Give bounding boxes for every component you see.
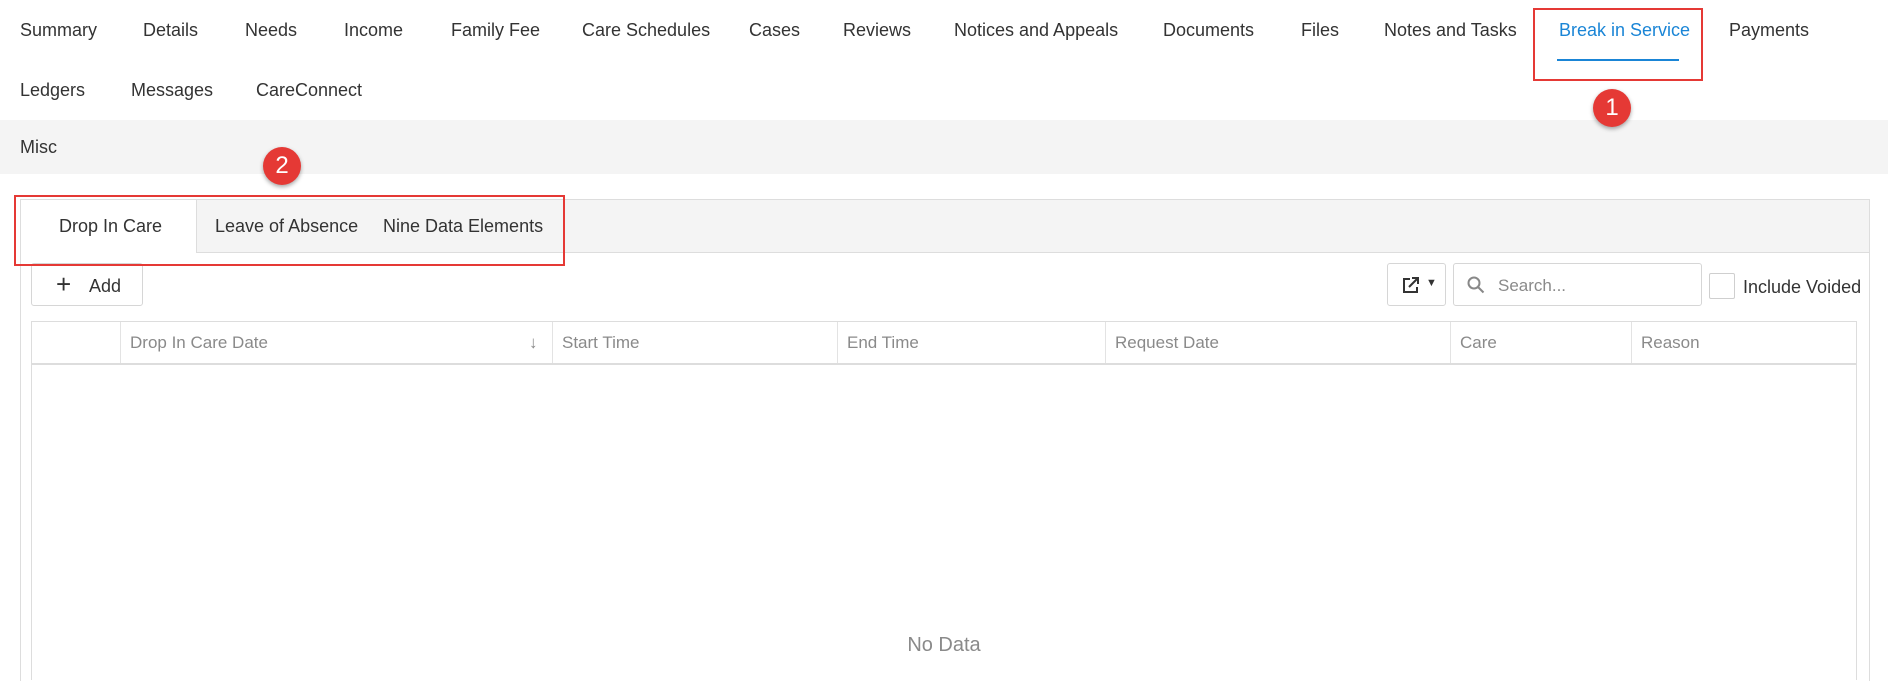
- column-header-start-time[interactable]: Start Time: [552, 322, 837, 363]
- tab-summary[interactable]: Summary: [20, 20, 97, 41]
- tab-files[interactable]: Files: [1301, 20, 1339, 41]
- search-box: [1453, 263, 1702, 306]
- column-header-reason[interactable]: Reason: [1631, 322, 1856, 363]
- callout-box-subtabs: [14, 195, 565, 266]
- chevron-down-icon: ▼: [1426, 277, 1437, 289]
- column-header-label: End Time: [847, 333, 919, 352]
- column-header-label: Care: [1460, 333, 1497, 352]
- tab-documents[interactable]: Documents: [1163, 20, 1254, 41]
- column-header-label: Drop In Care Date: [130, 333, 268, 352]
- column-header-label: Start Time: [562, 333, 640, 352]
- callout-badge-1: 1: [1593, 89, 1631, 127]
- tab-cases[interactable]: Cases: [749, 20, 800, 41]
- grid-header: Drop In Care Date ↓ Start Time End Time …: [32, 322, 1856, 365]
- search-input[interactable]: [1496, 270, 1696, 301]
- search-icon: [1467, 276, 1485, 294]
- empty-state-text: No Data: [907, 634, 981, 656]
- column-header-end-time[interactable]: End Time: [837, 322, 1105, 363]
- tab-ledgers[interactable]: Ledgers: [20, 80, 85, 101]
- tab-notes-and-tasks[interactable]: Notes and Tasks: [1384, 20, 1517, 41]
- column-header-select: [32, 322, 120, 363]
- tab-family-fee[interactable]: Family Fee: [451, 20, 540, 41]
- tab-payments[interactable]: Payments: [1729, 20, 1809, 41]
- tab-messages[interactable]: Messages: [131, 80, 213, 101]
- include-voided-label: Include Voided: [1743, 277, 1862, 297]
- callout-badge-2: 2: [263, 147, 301, 185]
- export-icon: [1403, 277, 1419, 293]
- tab-misc[interactable]: Misc: [20, 137, 57, 158]
- data-grid: Drop In Care Date ↓ Start Time End Time …: [31, 321, 1857, 680]
- tab-careconnect[interactable]: CareConnect: [256, 80, 362, 101]
- column-header-drop-in-care-date[interactable]: Drop In Care Date ↓: [120, 322, 552, 363]
- callout-box-break-in-service: [1533, 8, 1703, 81]
- column-header-label: Request Date: [1115, 333, 1219, 352]
- column-header-request-date[interactable]: Request Date: [1105, 322, 1450, 363]
- add-button-label: Add: [89, 276, 122, 296]
- column-header-care[interactable]: Care: [1450, 322, 1631, 363]
- tab-income[interactable]: Income: [344, 20, 403, 41]
- column-header-label: Reason: [1641, 333, 1700, 352]
- include-voided-checkbox[interactable]: [1709, 273, 1735, 299]
- plus-icon: +: [56, 269, 72, 299]
- sort-descending-icon: ↓: [529, 333, 538, 352]
- tab-details[interactable]: Details: [143, 20, 198, 41]
- tab-care-schedules[interactable]: Care Schedules: [582, 20, 710, 41]
- export-button[interactable]: ▼: [1387, 263, 1446, 306]
- tab-reviews[interactable]: Reviews: [843, 20, 911, 41]
- add-button[interactable]: + Add: [31, 263, 143, 306]
- tab-needs[interactable]: Needs: [245, 20, 297, 41]
- tab-notices-and-appeals[interactable]: Notices and Appeals: [954, 20, 1118, 41]
